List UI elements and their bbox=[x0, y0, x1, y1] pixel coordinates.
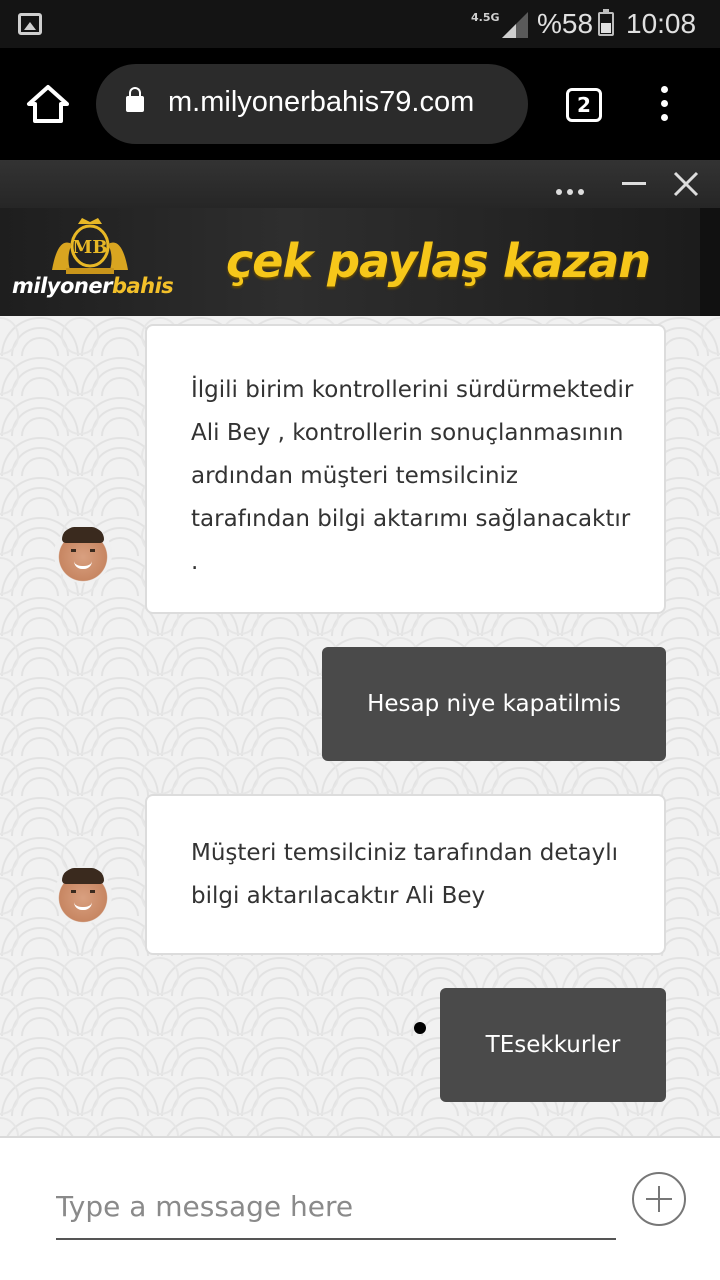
battery-percent: %58 bbox=[537, 8, 594, 39]
tab-switcher-button[interactable]: 2 bbox=[566, 88, 602, 122]
message-status-dot bbox=[414, 1022, 426, 1034]
message-text: İlgili birim kontrollerini sürdürmektedi… bbox=[191, 377, 634, 575]
svg-text:MB: MB bbox=[72, 237, 107, 258]
more-options-icon[interactable] bbox=[556, 180, 592, 195]
message-text: TEsekkurler bbox=[485, 1032, 621, 1058]
banner-slogan: çek paylaş kazan bbox=[226, 234, 651, 288]
message-input[interactable] bbox=[56, 1174, 616, 1240]
user-message-bubble: Hesap niye kapatilmis bbox=[322, 647, 666, 761]
home-icon[interactable] bbox=[26, 84, 70, 124]
lock-icon bbox=[126, 87, 144, 112]
banner-edge bbox=[700, 208, 720, 316]
brand-name-part2: bahis bbox=[111, 274, 174, 298]
battery-icon bbox=[598, 9, 614, 36]
message-text: Hesap niye kapatilmis bbox=[367, 691, 621, 717]
browser-toolbar: m.milyonerbahis79.com 2 bbox=[0, 48, 720, 160]
add-attachment-icon[interactable] bbox=[632, 1172, 686, 1226]
overflow-menu-icon[interactable] bbox=[654, 86, 674, 126]
image-notification-icon bbox=[18, 13, 42, 35]
agent-message-bubble: Müşteri temsilciniz tarafından detaylı b… bbox=[145, 794, 666, 955]
user-message-bubble: TEsekkurler bbox=[440, 988, 666, 1102]
url-text[interactable]: m.milyonerbahis79.com bbox=[168, 86, 474, 119]
minimize-icon[interactable] bbox=[622, 172, 646, 196]
brand-logo: milyonerbahis bbox=[12, 274, 174, 298]
chat-messages-area[interactable]: İlgili birim kontrollerini sürdürmektedi… bbox=[0, 316, 720, 1136]
crown-logo-icon: MB bbox=[52, 218, 128, 274]
agent-avatar bbox=[54, 525, 112, 583]
address-bar[interactable]: m.milyonerbahis79.com bbox=[96, 64, 528, 144]
signal-icon bbox=[502, 12, 528, 38]
agent-avatar bbox=[54, 866, 112, 924]
status-bar: 4.5G %58 10:08 bbox=[0, 0, 720, 48]
brand-name-part1: milyoner bbox=[12, 274, 112, 298]
chat-widget-header bbox=[0, 160, 720, 208]
close-icon[interactable] bbox=[672, 170, 700, 198]
network-type: 4.5G bbox=[471, 11, 500, 24]
agent-message-bubble: İlgili birim kontrollerini sürdürmektedi… bbox=[145, 324, 666, 614]
promo-banner[interactable]: MB milyonerbahis çek paylaş kazan bbox=[0, 208, 720, 316]
clock: 10:08 bbox=[626, 8, 697, 39]
message-composer bbox=[0, 1136, 720, 1280]
message-text: Müşteri temsilciniz tarafından detaylı b… bbox=[191, 840, 619, 909]
